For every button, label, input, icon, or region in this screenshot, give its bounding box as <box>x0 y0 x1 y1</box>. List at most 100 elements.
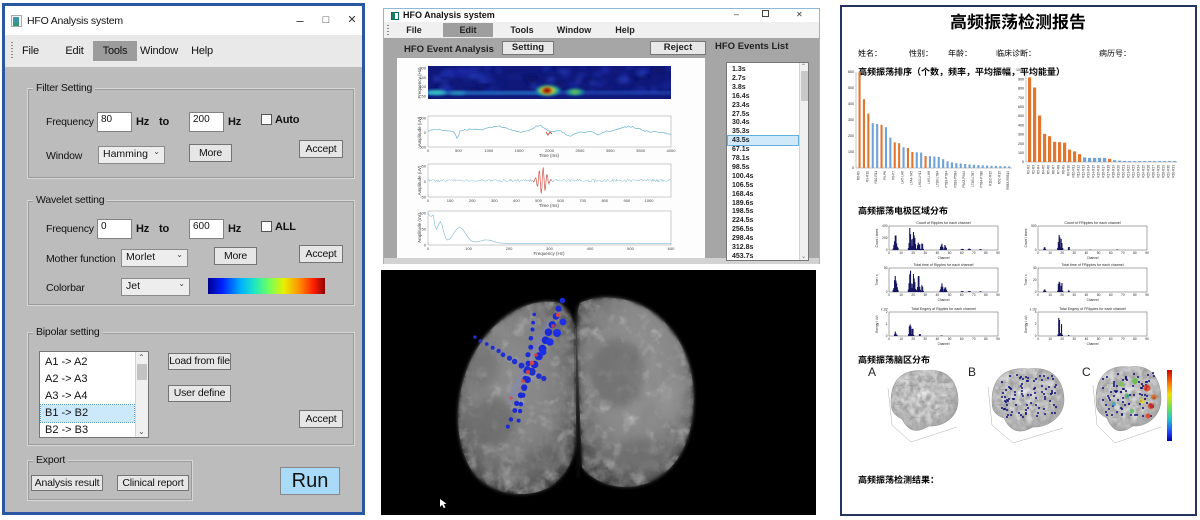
svg-text:Count / times: Count / times <box>1024 228 1028 247</box>
svg-text:Count / times: Count / times <box>875 228 879 247</box>
svg-text:3500: 3500 <box>636 148 646 153</box>
svg-text:50: 50 <box>948 293 952 297</box>
svg-text:3000: 3000 <box>606 148 616 153</box>
svg-text:30: 30 <box>924 251 928 255</box>
svg-text:R11C-R15: R11C-R15 <box>989 171 993 186</box>
svg-text:40: 40 <box>936 251 940 255</box>
svg-text:90: 90 <box>1145 337 1149 341</box>
svg-text:400: 400 <box>1018 123 1024 127</box>
svg-text:0: 0 <box>888 337 890 341</box>
svg-text:Channel: Channel <box>1087 256 1099 260</box>
svg-text:0: 0 <box>427 246 430 251</box>
svg-text:R18-R19: R18-R19 <box>1112 165 1116 178</box>
svg-text:200: 200 <box>469 198 476 203</box>
svg-text:400: 400 <box>513 198 520 203</box>
svg-text:50: 50 <box>948 337 952 341</box>
svg-text:20: 20 <box>911 293 915 297</box>
svg-text:Time / s: Time / s <box>1024 274 1028 286</box>
svg-text:70: 70 <box>972 337 976 341</box>
svg-text:R27-R28: R27-R28 <box>1157 165 1161 178</box>
svg-text:80: 80 <box>984 337 988 341</box>
svg-text:R15-R16: R15-R16 <box>1097 165 1101 178</box>
svg-text:R26-R27: R26-R27 <box>1152 165 1156 178</box>
svg-text:500: 500 <box>1031 224 1037 228</box>
svg-text:10: 10 <box>899 251 903 255</box>
svg-text:400: 400 <box>848 102 854 106</box>
svg-text:300: 300 <box>848 118 854 122</box>
svg-text:60: 60 <box>960 337 964 341</box>
svg-text:60: 60 <box>960 293 964 297</box>
svg-text:R9-R10: R9-R10 <box>1067 165 1071 176</box>
svg-text:100: 100 <box>1018 151 1024 155</box>
svg-text:R10-R11: R10-R11 <box>874 171 878 184</box>
svg-text:R12-R13: R12-R13 <box>1082 165 1086 178</box>
svg-text:400: 400 <box>587 246 594 251</box>
svg-text:20: 20 <box>911 251 915 255</box>
svg-text:Total time of FRipples for eac: Total time of FRipples for each channel <box>1061 263 1123 267</box>
svg-text:Channel: Channel <box>1087 342 1099 346</box>
svg-text:Channel: Channel <box>938 342 950 346</box>
svg-text:R10-R11: R10-R11 <box>1072 165 1076 178</box>
svg-text:600: 600 <box>848 70 854 74</box>
svg-text:4000: 4000 <box>667 148 677 153</box>
svg-text:70: 70 <box>1121 293 1125 297</box>
svg-text:R28-R29: R28-R29 <box>1162 165 1166 178</box>
svg-text:70: 70 <box>1121 337 1125 341</box>
svg-text:0: 0 <box>852 166 854 170</box>
svg-text:R8-R9: R8-R9 <box>1062 165 1066 174</box>
svg-text:30: 30 <box>1073 337 1077 341</box>
svg-text:R9-R10: R9-R10 <box>865 171 869 182</box>
svg-text:400: 400 <box>882 224 888 228</box>
svg-text:30: 30 <box>924 293 928 297</box>
svg-text:50: 50 <box>422 164 427 169</box>
svg-text:300: 300 <box>1018 133 1024 137</box>
svg-text:700: 700 <box>1018 96 1024 100</box>
svg-text:R19-R20: R19-R20 <box>1117 165 1121 178</box>
svg-text:20: 20 <box>1060 293 1064 297</box>
svg-text:800: 800 <box>1018 87 1024 91</box>
svg-text:40: 40 <box>1085 293 1089 297</box>
svg-text:R5C-R15: R5C-R15 <box>997 171 1001 185</box>
svg-text:0: 0 <box>888 251 890 255</box>
svg-text:80: 80 <box>984 293 988 297</box>
svg-text:Amplitude (uV): Amplitude (uV) <box>417 213 422 243</box>
svg-text:10: 10 <box>899 337 903 341</box>
svg-text:90: 90 <box>1145 293 1149 297</box>
svg-text:80: 80 <box>1133 251 1137 255</box>
svg-text:R23-R24: R23-R24 <box>1137 165 1141 178</box>
svg-text:300: 300 <box>491 198 498 203</box>
svg-text:90: 90 <box>996 337 1000 341</box>
svg-text:70: 70 <box>972 293 976 297</box>
svg-text:80: 80 <box>984 251 988 255</box>
svg-text:50: 50 <box>1097 251 1101 255</box>
svg-text:100: 100 <box>465 246 472 251</box>
svg-text:50: 50 <box>884 266 888 270</box>
svg-text:60: 60 <box>1109 337 1113 341</box>
svg-text:R22-R23: R22-R23 <box>1132 165 1136 178</box>
svg-text:90: 90 <box>996 251 1000 255</box>
svg-text:Count of Ripples for each chan: Count of Ripples for each channel <box>916 221 970 225</box>
svg-text:100: 100 <box>447 198 454 203</box>
svg-text:Time (ms): Time (ms) <box>539 203 560 208</box>
svg-text:20: 20 <box>1033 278 1037 282</box>
svg-text:2500: 2500 <box>575 148 585 153</box>
svg-text:10: 10 <box>1048 251 1052 255</box>
svg-text:Frequency (Hz): Frequency (Hz) <box>417 67 422 99</box>
svg-text:0: 0 <box>1037 337 1039 341</box>
svg-text:0: 0 <box>888 293 890 297</box>
svg-text:Total time of Ripples for each: Total time of Ripples for each channel <box>914 263 974 267</box>
svg-text:30: 30 <box>1073 293 1077 297</box>
svg-text:40: 40 <box>1085 337 1089 341</box>
svg-text:100: 100 <box>848 150 854 154</box>
svg-text:0: 0 <box>1037 251 1039 255</box>
svg-text:Total Engery of Ripples for ea: Total Engery of Ripples for each channel <box>911 307 976 311</box>
svg-text:R1-R2: R1-R2 <box>1027 165 1031 174</box>
svg-text:10: 10 <box>1048 337 1052 341</box>
svg-text:P2B3-P5B4: P2B3-P5B4 <box>953 171 957 188</box>
svg-text:R25-R26: R25-R26 <box>1147 165 1151 178</box>
svg-text:10: 10 <box>1048 293 1052 297</box>
svg-text:R30-R31: R30-R31 <box>1172 165 1176 178</box>
svg-text:40: 40 <box>1085 251 1089 255</box>
svg-text:LH5-LH6: LH5-LH6 <box>901 171 905 184</box>
svg-text:700: 700 <box>579 198 586 203</box>
